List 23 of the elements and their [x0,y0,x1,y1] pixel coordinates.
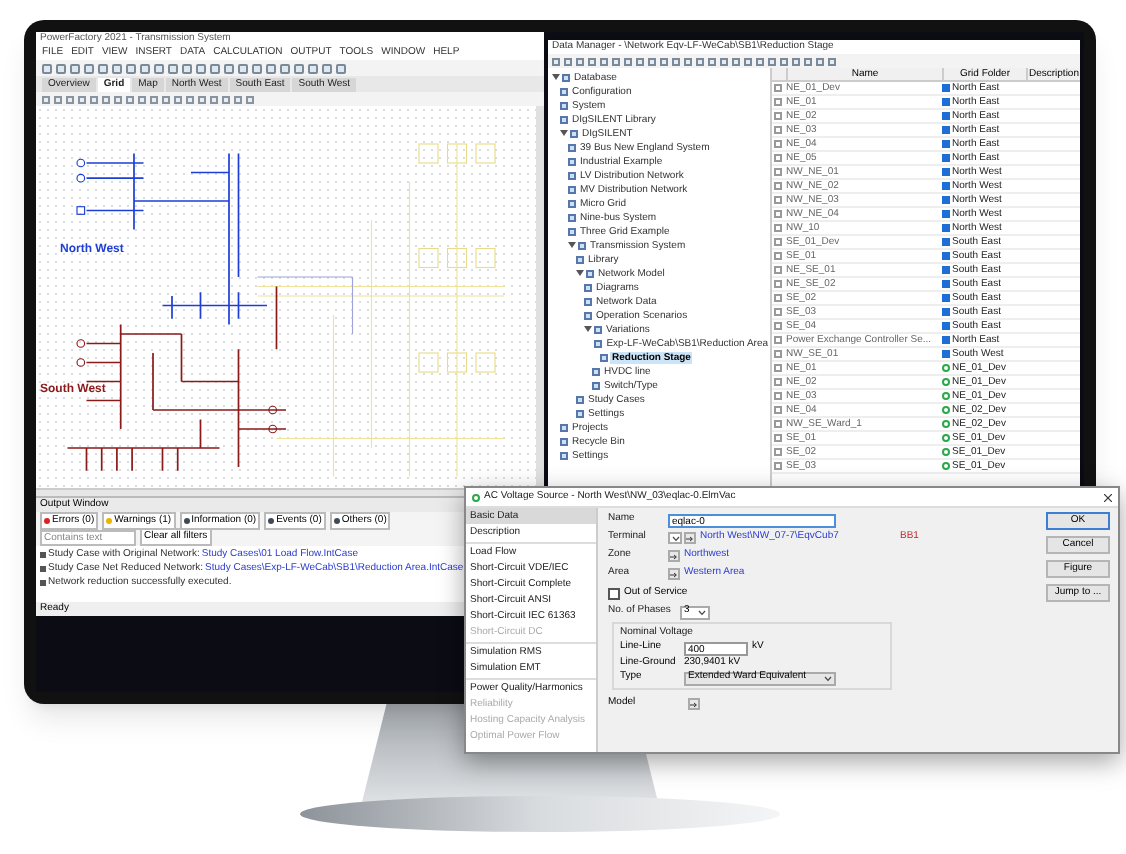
info-icon [40,552,46,558]
select-button[interactable] [684,532,696,544]
arrow-icon [690,701,698,707]
close-icon[interactable] [1104,493,1112,501]
arrow-icon [670,571,678,577]
arrow-icon [670,553,678,559]
expander-icon[interactable] [584,326,592,332]
dropdown-button[interactable] [668,532,682,544]
expander-icon[interactable] [576,270,584,276]
select-button[interactable] [688,698,700,710]
caret-icon [671,535,679,541]
caret-icon [698,609,706,615]
caret-icon [824,675,832,681]
select-button[interactable] [668,568,680,580]
select-button[interactable] [668,550,680,562]
info-icon [40,580,46,586]
checkbox[interactable] [608,588,620,600]
source-icon [472,493,480,501]
info-icon [40,566,46,572]
expander-icon[interactable] [568,242,576,248]
arrow-icon [686,535,694,541]
expander-icon[interactable] [560,130,568,136]
expander-icon[interactable] [552,74,560,80]
